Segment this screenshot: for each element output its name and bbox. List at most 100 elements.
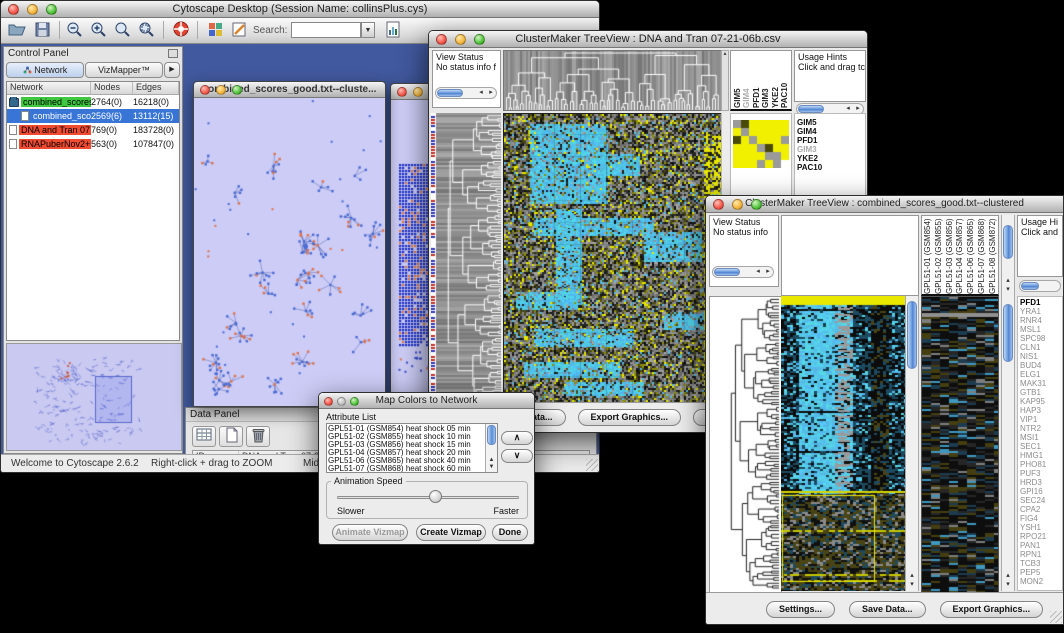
col-nodes[interactable]: Nodes bbox=[91, 82, 133, 94]
gene-name[interactable]: PUF3 bbox=[1020, 469, 1060, 478]
gene-column-label[interactable]: GIM4 bbox=[742, 52, 751, 108]
column-dendrogram-area[interactable] bbox=[781, 215, 919, 296]
heatmap-canvas[interactable] bbox=[503, 113, 721, 405]
gene-name[interactable]: CPA2 bbox=[1020, 505, 1060, 514]
array-column-label[interactable]: GPL51-06 (GSM865) bbox=[966, 217, 975, 294]
network-table-row[interactable]: combined_scores 2764(0) 16218(0) bbox=[7, 95, 179, 109]
gene-name[interactable]: RPO21 bbox=[1020, 532, 1060, 541]
dendrogram-scroll-strip[interactable]: ▴ bbox=[721, 50, 729, 111]
gene-name[interactable]: ELG1 bbox=[1020, 370, 1060, 379]
gene-name[interactable]: SPC98 bbox=[1020, 334, 1060, 343]
global-heatmap-canvas[interactable] bbox=[921, 296, 999, 593]
vizmapper-tool-button[interactable] bbox=[203, 20, 227, 41]
gene-name[interactable]: GTB1 bbox=[1020, 388, 1060, 397]
treeview1-titlebar[interactable]: ClusterMaker TreeView : DNA and Tran 07-… bbox=[429, 31, 867, 48]
tab-overflow-arrow[interactable]: ▶ bbox=[164, 62, 180, 78]
gene-name[interactable]: SEC1 bbox=[1020, 442, 1060, 451]
scrollbar-thumb[interactable] bbox=[907, 301, 917, 369]
tab-vizmapper[interactable]: VizMapper™ bbox=[85, 62, 163, 78]
scroll-right-arrow[interactable]: ▸ bbox=[486, 88, 496, 98]
row-dendrogram-canvas[interactable] bbox=[709, 296, 782, 593]
done-button[interactable]: Done bbox=[492, 524, 528, 541]
close-button[interactable] bbox=[436, 34, 447, 45]
gene-name[interactable]: NTR2 bbox=[1020, 424, 1060, 433]
scroll-left-arrow[interactable]: ◂ bbox=[476, 88, 486, 98]
search-input[interactable] bbox=[291, 22, 361, 38]
scrollbar-thumb[interactable] bbox=[1003, 225, 1013, 259]
scroll-arrows[interactable]: ▲▼ bbox=[486, 457, 497, 471]
close-button[interactable] bbox=[8, 4, 19, 15]
labels-vscrollbar[interactable]: ▴▾ bbox=[1001, 215, 1015, 296]
network-table-row[interactable]: combined_sco 2569(6) 13112(15) bbox=[7, 109, 179, 123]
gene-name[interactable]: SEC24 bbox=[1020, 496, 1060, 505]
row-dendrogram-canvas[interactable] bbox=[431, 113, 501, 404]
gene-name[interactable]: HMG1 bbox=[1020, 451, 1060, 460]
select-attributes-button[interactable] bbox=[192, 426, 216, 447]
gene-name[interactable]: NIS1 bbox=[1020, 352, 1060, 361]
attribute-item[interactable]: GPL51-07 (GSM868) heat shock 60 min bbox=[328, 465, 484, 473]
resize-grip[interactable] bbox=[1050, 611, 1062, 623]
gene-name[interactable]: PAN1 bbox=[1020, 541, 1060, 550]
zoom-button[interactable] bbox=[232, 85, 242, 95]
network-canvas[interactable] bbox=[194, 98, 385, 406]
treeview2-titlebar[interactable]: ClusterMaker TreeView : combined_scores_… bbox=[706, 196, 1063, 213]
col-edges[interactable]: Edges bbox=[133, 82, 179, 94]
gene-column-label[interactable]: PAC10 bbox=[780, 52, 789, 108]
minimize-button[interactable] bbox=[216, 85, 226, 95]
move-down-button[interactable]: ∨ bbox=[501, 449, 533, 463]
gene-name[interactable]: GIM3 bbox=[797, 145, 863, 154]
gene-name[interactable]: FIG4 bbox=[1020, 514, 1060, 523]
column-dendrogram-canvas[interactable] bbox=[503, 50, 722, 111]
scrollbar-thumb[interactable] bbox=[1021, 282, 1039, 290]
gene-name[interactable]: YRA1 bbox=[1020, 307, 1060, 316]
gene-column-label[interactable]: GIM3 bbox=[761, 52, 770, 108]
gene-name[interactable]: PAC10 bbox=[797, 163, 863, 172]
gene-name[interactable]: PFD1 bbox=[797, 136, 863, 145]
treeview-action-button[interactable]: Export Graphics... bbox=[940, 601, 1044, 618]
network-titlebar[interactable]: combined_scores_good.txt--cluste... bbox=[194, 82, 385, 98]
close-button[interactable] bbox=[397, 87, 407, 97]
array-column-label[interactable]: GPL51-07 (GSM868) bbox=[977, 217, 986, 294]
gene-name[interactable]: MAK31 bbox=[1020, 379, 1060, 388]
gene-name[interactable]: GIM5 bbox=[797, 118, 863, 127]
mini-heatmap-canvas[interactable] bbox=[733, 120, 789, 168]
heatmap-vscrollbar[interactable]: ▴▾ bbox=[905, 296, 919, 591]
network-overview-canvas[interactable] bbox=[6, 343, 182, 451]
gene-name[interactable]: GIM4 bbox=[797, 127, 863, 136]
scroll-arrows[interactable]: ▴▾ bbox=[906, 571, 918, 589]
gene-name[interactable]: CLN1 bbox=[1020, 343, 1060, 352]
scrollbar-thumb[interactable] bbox=[1003, 304, 1013, 362]
treeview-action-button[interactable]: Save Data... bbox=[849, 601, 926, 618]
global-vscrollbar[interactable]: ▴▾ bbox=[1001, 296, 1015, 591]
usage-hscrollbar[interactable] bbox=[1019, 280, 1061, 292]
minimize-button[interactable] bbox=[27, 4, 38, 15]
zoom-button[interactable] bbox=[46, 4, 57, 15]
array-column-label[interactable]: GPL51-03 (GSM856) bbox=[945, 217, 954, 294]
network-table-row[interactable]: DNA and Tran 07 769(0) 183728(0) bbox=[7, 123, 179, 137]
zoom-fit-button[interactable] bbox=[111, 20, 135, 41]
scrollbar-thumb[interactable] bbox=[714, 268, 740, 276]
minimize-button[interactable] bbox=[337, 397, 346, 406]
list-vscrollbar[interactable]: ▲▼ bbox=[485, 424, 497, 472]
animate-vizmap-button[interactable]: Animate Vizmap bbox=[332, 524, 408, 541]
treeview-action-button[interactable]: Export Graphics... bbox=[578, 409, 682, 426]
gene-name[interactable]: TCB3 bbox=[1020, 559, 1060, 568]
scrollbar-thumb[interactable] bbox=[798, 105, 824, 113]
gene-name[interactable]: MSL1 bbox=[1020, 325, 1060, 334]
scroll-right-arrow[interactable]: ▸ bbox=[763, 267, 773, 277]
gene-name[interactable]: MSI1 bbox=[1020, 433, 1060, 442]
gene-name[interactable]: GPI16 bbox=[1020, 487, 1060, 496]
gene-column-label[interactable]: YKE2 bbox=[771, 52, 780, 108]
array-column-label[interactable]: GPL51-04 (GSM857) bbox=[955, 217, 964, 294]
search-dropdown-button[interactable]: ▼ bbox=[361, 22, 375, 38]
gene-name[interactable]: RPN1 bbox=[1020, 550, 1060, 559]
gene-name[interactable]: VIP1 bbox=[1020, 415, 1060, 424]
scroll-left-arrow[interactable]: ◂ bbox=[753, 267, 763, 277]
gene-name[interactable]: RNR4 bbox=[1020, 316, 1060, 325]
float-panel-icon[interactable] bbox=[168, 49, 178, 58]
gene-name[interactable]: BUD4 bbox=[1020, 361, 1060, 370]
delete-attribute-button[interactable] bbox=[246, 426, 270, 447]
gene-name[interactable]: YSH1 bbox=[1020, 523, 1060, 532]
scrollbar-thumb[interactable] bbox=[437, 89, 463, 97]
zoom-button[interactable] bbox=[350, 397, 359, 406]
